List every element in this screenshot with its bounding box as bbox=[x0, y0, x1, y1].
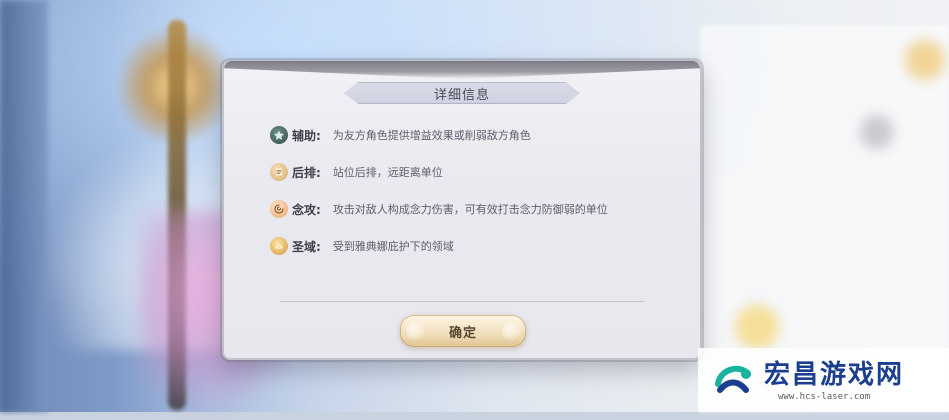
domain-icon bbox=[270, 237, 288, 255]
detail-description: 受到雅典娜庇护下的领域 bbox=[332, 240, 454, 253]
dialog-title-wrap: 详细信息 bbox=[224, 82, 700, 104]
background-right-blob-3 bbox=[860, 115, 894, 149]
background-right-blob-1 bbox=[905, 40, 945, 80]
watermark-url: www.hcs-laser.com bbox=[778, 392, 871, 402]
detail-row-back: 后排: 站位后排，远距离单位 bbox=[270, 163, 690, 181]
detail-label: 圣域: bbox=[292, 239, 321, 254]
background-right-blob-2 bbox=[735, 305, 779, 349]
detail-label: 辅助: bbox=[292, 128, 321, 143]
site-watermark: 宏昌游戏网 www.hcs-laser.com bbox=[698, 348, 949, 412]
detail-row-mind-attack: 念攻: 攻击对敌人构成念力伤害，可有效打击念力防御弱的单位 bbox=[270, 200, 690, 218]
detail-label: 念攻: bbox=[292, 202, 321, 217]
detail-row-support: 辅助: 为友方角色提供增益效果或削弱敌方角色 bbox=[270, 126, 690, 144]
details-list: 辅助: 为友方角色提供增益效果或削弱敌方角色 后排: 站位后排，远距离单位 念攻… bbox=[270, 126, 690, 255]
detail-description: 站位后排，远距离单位 bbox=[332, 166, 443, 179]
support-icon bbox=[270, 126, 288, 144]
dialog-title-band: 详细信息 bbox=[344, 82, 580, 104]
dialog-divider bbox=[280, 301, 644, 302]
detail-description: 攻击对敌人构成念力伤害，可有效打击念力防御弱的单位 bbox=[332, 203, 608, 216]
confirm-button[interactable]: 确定 bbox=[400, 315, 526, 347]
detail-description: 为友方角色提供增益效果或削弱敌方角色 bbox=[332, 129, 531, 142]
details-dialog: 详细信息 辅助: 为友方角色提供增益效果或削弱敌方角色 后排: 站位后排，远距离… bbox=[222, 60, 702, 360]
confirm-button-label: 确定 bbox=[448, 324, 477, 340]
detail-label: 后排: bbox=[292, 165, 321, 180]
watermark-title: 宏昌游戏网 bbox=[764, 360, 905, 390]
dialog-title: 详细信息 bbox=[433, 87, 490, 103]
back-row-icon bbox=[270, 163, 288, 181]
watermark-logo-icon bbox=[715, 365, 751, 393]
mind-attack-icon bbox=[270, 200, 288, 218]
detail-row-domain: 圣域: 受到雅典娜庇护下的领域 bbox=[270, 237, 690, 255]
